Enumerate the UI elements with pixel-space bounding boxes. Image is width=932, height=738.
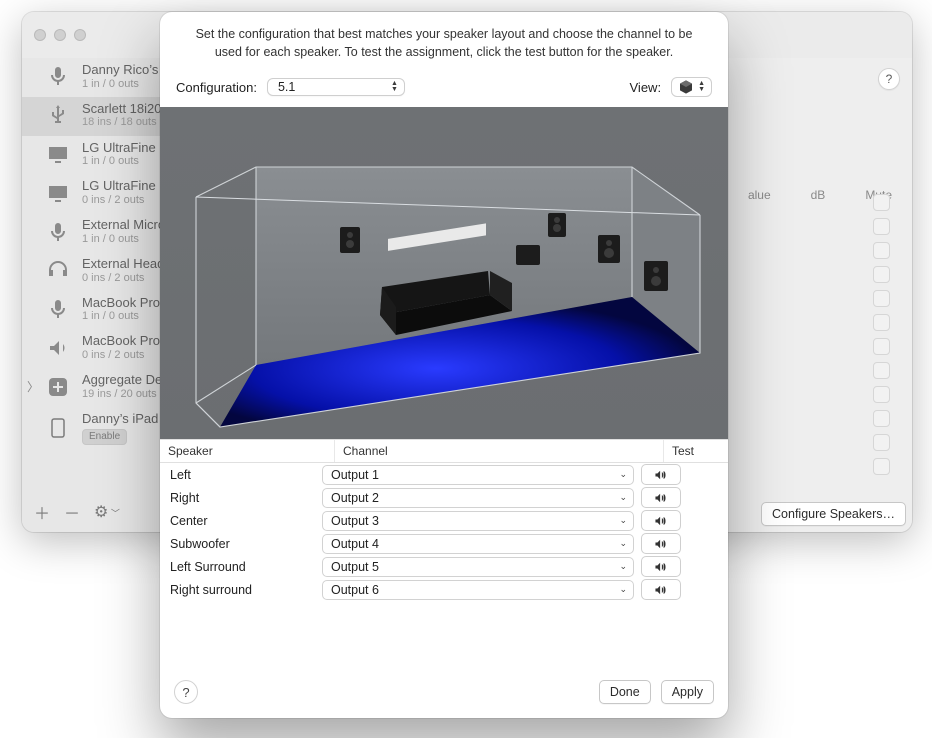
device-io: 18 ins / 18 outs [82,116,188,129]
device-io: 1 in / 0 outs [82,310,187,323]
device-name: MacBook Pro M… [82,295,187,311]
device-name: Scarlett 18i20 U… [82,101,188,117]
device-io: 0 ins / 2 outs [82,194,185,207]
help-button[interactable]: ? [174,680,198,704]
device-name: External Headp… [82,256,185,272]
mic-icon [44,295,72,323]
device-row[interactable]: External Microp…1 in / 0 outs [22,213,296,252]
device-row[interactable]: Danny’s iPad Enable [22,407,296,451]
window-title: Audio Devices [50,28,900,43]
action-menu-button[interactable]: ⚙︎ ﹀ [94,502,120,522]
speaker-name: Left Surround [166,560,322,574]
titlebar: Audio Devices [22,12,912,58]
close-dot[interactable] [34,29,46,41]
chevron-down-icon: ⌄ [619,561,627,572]
mute-checkbox[interactable] [873,290,890,307]
device-row[interactable]: Danny Rico’s iP…1 in / 0 outs [22,58,296,97]
chevron-down-icon: ⌄ [619,584,627,595]
mute-checkbox[interactable] [873,362,890,379]
channel-select[interactable]: Output 5⌄ [322,557,634,577]
mute-checkbox[interactable] [873,386,890,403]
enable-button[interactable]: Enable [82,429,127,445]
device-name: Danny’s iPad [82,411,158,427]
mute-checkbox[interactable] [873,218,890,235]
sound-icon [652,560,670,574]
device-name: Aggregate Dev… [82,372,182,388]
device-row[interactable]: 〉 Aggregate Dev…19 ins / 20 outs [22,368,296,407]
device-name: LG UltraFine Di… [82,178,185,194]
audio-midi-window: Audio Devices Danny Rico’s iP…1 in / 0 o… [22,12,912,532]
sheet-footer: ? Done Apply [160,670,728,718]
device-name: Danny Rico’s iP… [82,62,187,78]
ipad-icon [44,414,72,442]
device-row[interactable]: External Headp…0 ins / 2 outs [22,252,296,291]
speaker-name: Subwoofer [166,537,322,551]
apply-button[interactable]: Apply [661,680,714,704]
device-row[interactable]: Scarlett 18i20 U…18 ins / 18 outs [22,97,296,136]
device-content: alue dB Mute Configure Speakers… [296,58,912,532]
device-io: 19 ins / 20 outs [82,388,182,401]
device-row[interactable]: LG UltraFine Di…0 ins / 2 outs [22,174,296,213]
mute-checkbox[interactable] [873,458,890,475]
remove-device-button[interactable]: － [64,500,80,524]
device-name: LG UltraFine Di… [82,140,185,156]
device-row[interactable]: MacBook Pro S…0 ins / 2 outs [22,329,296,368]
table-row: Right surroundOutput 6⌄ [160,578,728,601]
channel-select[interactable]: Output 6⌄ [322,580,634,600]
device-io: 1 in / 0 outs [82,155,185,168]
mic-icon [44,218,72,246]
device-sidebar: Danny Rico’s iP…1 in / 0 outsScarlett 18… [22,58,296,532]
sound-icon [652,537,670,551]
mute-checkbox[interactable] [873,338,890,355]
device-io: 0 ins / 2 outs [82,349,185,362]
headphones-icon [44,256,72,284]
mute-checkbox[interactable] [873,194,890,211]
device-io: 1 in / 0 outs [82,233,185,246]
configure-speakers-button[interactable]: Configure Speakers… [761,502,906,526]
channel-select[interactable]: Output 4⌄ [322,534,634,554]
speaker-icon [44,334,72,362]
device-io: 1 in / 0 outs [82,78,187,91]
window-help-button[interactable]: ? [878,68,900,90]
mute-checkbox[interactable] [873,242,890,259]
mute-checkbox[interactable] [873,266,890,283]
display-icon [44,140,72,168]
test-speaker-button[interactable] [641,533,681,554]
display-icon [44,179,72,207]
test-speaker-button[interactable] [641,579,681,600]
speaker-name: Right surround [166,583,322,597]
mute-checkbox-column [873,194,890,475]
disclosure-icon[interactable]: 〉 [27,378,39,395]
mute-checkbox[interactable] [873,314,890,331]
device-io: 0 ins / 2 outs [82,272,185,285]
chevron-down-icon: ⌄ [619,538,627,549]
device-row[interactable]: MacBook Pro M…1 in / 0 outs [22,291,296,330]
mute-checkbox[interactable] [873,410,890,427]
sound-icon [652,583,670,597]
mic-icon [44,62,72,90]
column-headers: alue dB Mute [296,178,912,202]
aggregate-icon [44,373,72,401]
device-name: MacBook Pro S… [82,333,185,349]
usb-icon [44,101,72,129]
sidebar-footer: ＋ － ⚙︎ ﹀ [22,492,296,532]
mute-checkbox[interactable] [873,434,890,451]
device-row[interactable]: LG UltraFine Di…1 in / 0 outs [22,136,296,175]
device-name: External Microp… [82,217,185,233]
table-row: SubwooferOutput 4⌄ [160,532,728,555]
add-device-button[interactable]: ＋ [34,500,50,524]
done-button[interactable]: Done [599,680,651,704]
table-row: Left SurroundOutput 5⌄ [160,555,728,578]
test-speaker-button[interactable] [641,556,681,577]
